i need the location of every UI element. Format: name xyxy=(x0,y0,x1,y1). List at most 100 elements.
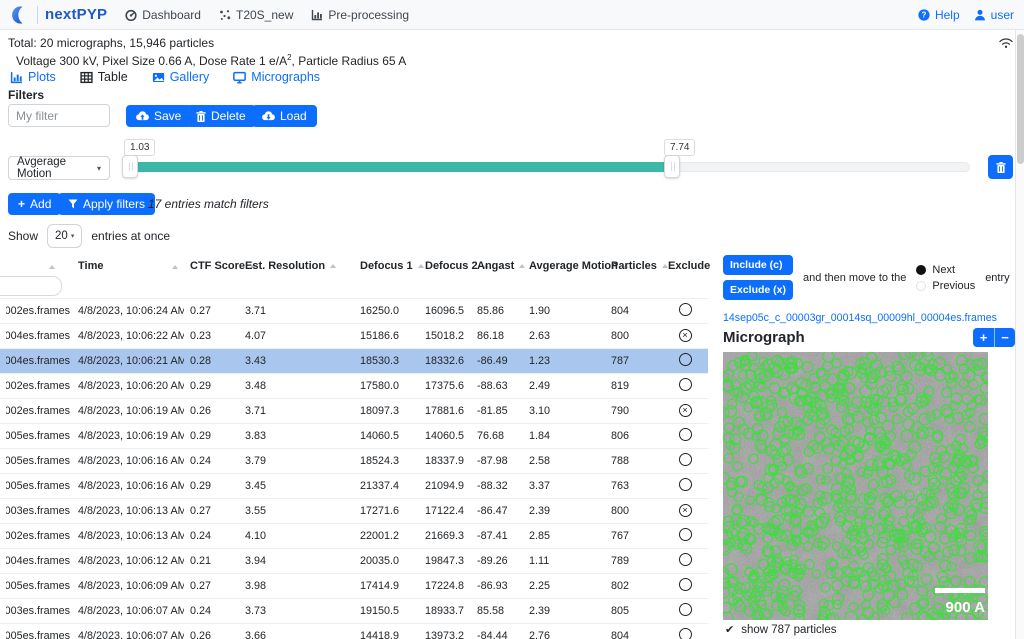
excluded-mark-icon[interactable]: × xyxy=(679,504,692,517)
exclude-button[interactable]: Exclude (x) xyxy=(723,280,793,300)
exclude-circle-icon[interactable] xyxy=(679,353,692,366)
summary-params-pre: Voltage 300 kV, Pixel Size 0.66 A, Dose … xyxy=(16,54,287,68)
exclude-circle-icon[interactable] xyxy=(679,628,692,639)
column-header-name[interactable] xyxy=(0,252,72,298)
table-row[interactable]: 00005es.frames4/8/2023, 10:06:07 AM0.263… xyxy=(0,623,708,639)
cell-ctf: 0.26 xyxy=(184,623,239,639)
excluded-mark-icon[interactable]: × xyxy=(679,329,692,342)
table-row[interactable]: 00002es.frames4/8/2023, 10:06:20 AM0.293… xyxy=(0,373,708,398)
radio-previous[interactable]: Previous xyxy=(916,280,975,292)
table-row[interactable]: 0002es.frames4/8/2023, 10:06:24 AM0.273.… xyxy=(0,298,708,323)
cell-angast: -89.26 xyxy=(471,548,523,573)
add-filter-button[interactable]: + Add xyxy=(8,193,61,215)
zoom-in-button[interactable]: + xyxy=(973,328,994,347)
slider-handle-max[interactable] xyxy=(664,155,680,178)
delete-filter-button[interactable]: Delete xyxy=(186,105,256,127)
name-filter-input[interactable] xyxy=(0,276,62,296)
zoom-out-button[interactable]: − xyxy=(994,328,1015,347)
table-row[interactable]: 00005es.frames4/8/2023, 10:06:16 AM0.243… xyxy=(0,448,708,473)
table-row[interactable]: 00003es.frames4/8/2023, 10:06:07 AM0.243… xyxy=(0,598,708,623)
exclude-circle-icon[interactable] xyxy=(679,303,692,316)
exclude-circle-icon[interactable] xyxy=(679,478,692,491)
cell-time: 4/8/2023, 10:06:16 AM xyxy=(72,473,184,498)
column-label: Time xyxy=(78,260,103,272)
column-header-defocus2[interactable]: Defocus 2 xyxy=(419,252,471,298)
cell-motion: 1.90 xyxy=(523,298,605,323)
cell-motion: 2.76 xyxy=(523,623,605,639)
load-filter-button[interactable]: Load xyxy=(252,105,317,127)
nav-item-preprocessing[interactable]: Pre-processing xyxy=(311,8,409,22)
tab-table[interactable]: Table xyxy=(80,70,128,84)
exclude-circle-icon[interactable] xyxy=(679,553,692,566)
column-header-particles[interactable]: Particles xyxy=(605,252,662,298)
help-link[interactable]: ? Help xyxy=(918,8,960,22)
summary-total: Total: 20 micrographs, 15,946 particles xyxy=(8,36,214,50)
cell-time: 4/8/2023, 10:06:19 AM xyxy=(72,423,184,448)
filter-property-select[interactable]: Avgerage Motion ▾ xyxy=(8,156,110,180)
cell-def2: 17375.6 xyxy=(419,373,471,398)
column-header-angast[interactable]: Angast xyxy=(471,252,523,298)
cell-time: 4/8/2023, 10:06:20 AM xyxy=(72,373,184,398)
tab-gallery[interactable]: Gallery xyxy=(152,70,210,84)
show-particles-checkbox[interactable]: ✔ show 787 particles xyxy=(725,623,836,636)
filter-name-input[interactable] xyxy=(8,104,110,127)
table-row[interactable]: 00004es.frames4/8/2023, 10:06:22 AM0.234… xyxy=(0,323,708,348)
tab-micrographs[interactable]: Micrographs xyxy=(233,70,320,84)
column-header-defocus1[interactable]: Defocus 1 xyxy=(354,252,419,298)
include-button[interactable]: Include (c) xyxy=(723,255,793,275)
nav-item-dashboard[interactable]: Dashboard xyxy=(125,8,201,22)
filters-title: Filters xyxy=(8,88,44,102)
cell-def1: 14418.9 xyxy=(354,623,419,639)
table-row[interactable]: 00005es.frames4/8/2023, 10:06:09 AM0.273… xyxy=(0,573,708,598)
page-scrollbar xyxy=(1015,30,1024,639)
exclude-circle-icon[interactable] xyxy=(679,603,692,616)
radio-next[interactable]: Next xyxy=(916,264,975,276)
cell-name: 00004es.frames xyxy=(0,323,72,348)
cell-def2: 16096.5 xyxy=(419,298,471,323)
brand[interactable]: nextPYP xyxy=(10,5,107,25)
page-size-select[interactable]: 20 ▾ xyxy=(47,224,82,248)
table-row[interactable]: 00004es.frames4/8/2023, 10:06:12 AM0.213… xyxy=(0,548,708,573)
cell-res: 3.73 xyxy=(239,598,354,623)
remove-filter-button[interactable] xyxy=(988,155,1013,179)
column-header-motion[interactable]: Avgerage Motion xyxy=(523,252,605,298)
column-header-ctf[interactable]: CTF Score xyxy=(184,252,239,298)
cell-ctf: 0.29 xyxy=(184,423,239,448)
radio-unselected-icon xyxy=(916,281,926,291)
cell-def2: 14060.5 xyxy=(419,423,471,448)
save-filter-button[interactable]: Save xyxy=(126,105,191,127)
exclude-circle-icon[interactable] xyxy=(679,428,692,441)
cell-res: 3.48 xyxy=(239,373,354,398)
table-row[interactable]: 00005es.frames4/8/2023, 10:06:19 AM0.293… xyxy=(0,423,708,448)
tab-plots[interactable]: Plots xyxy=(10,70,56,84)
micrograph-filename-link[interactable]: 14sep05c_c_00003gr_00014sq_00009hl_00004… xyxy=(723,312,997,324)
column-header-time[interactable]: Time xyxy=(72,252,184,298)
cell-name: 00004es.frames xyxy=(0,548,72,573)
cell-res: 3.94 xyxy=(239,548,354,573)
column-label: CTF Score xyxy=(190,260,245,272)
excluded-mark-icon[interactable]: × xyxy=(679,404,692,417)
exclude-circle-icon[interactable] xyxy=(679,528,692,541)
table-row[interactable]: 00004es.frames4/8/2023, 10:06:21 AM0.283… xyxy=(0,348,708,373)
exclude-circle-icon[interactable] xyxy=(679,378,692,391)
range-slider-track[interactable] xyxy=(125,162,970,172)
cell-angast: -87.98 xyxy=(471,448,523,473)
stream-signal-icon[interactable] xyxy=(998,36,1014,49)
micrograph-image[interactable]: 900 A xyxy=(723,352,988,620)
column-header-exclude[interactable]: Exclude xyxy=(662,252,708,298)
cloud-download-icon xyxy=(262,111,275,121)
table-row[interactable]: 00003es.frames4/8/2023, 10:06:13 AM0.273… xyxy=(0,498,708,523)
table-row[interactable]: 00005es.frames4/8/2023, 10:06:16 AM0.293… xyxy=(0,473,708,498)
table-row[interactable]: 00002es.frames4/8/2023, 10:06:19 AM0.263… xyxy=(0,398,708,423)
scrollbar-thumb[interactable] xyxy=(1017,34,1024,164)
slider-handle-min[interactable] xyxy=(122,155,138,178)
cell-motion: 1.84 xyxy=(523,423,605,448)
exclude-circle-icon[interactable] xyxy=(679,453,692,466)
nav-item-project[interactable]: T20S_new xyxy=(219,8,293,22)
cell-def2: 17224.8 xyxy=(419,573,471,598)
apply-filters-button[interactable]: Apply filters xyxy=(58,193,155,215)
user-link[interactable]: user xyxy=(974,8,1014,22)
exclude-circle-icon[interactable] xyxy=(679,578,692,591)
table-row[interactable]: 00002es.frames4/8/2023, 10:06:13 AM0.244… xyxy=(0,523,708,548)
column-header-resolution[interactable]: Est. Resolution xyxy=(239,252,354,298)
